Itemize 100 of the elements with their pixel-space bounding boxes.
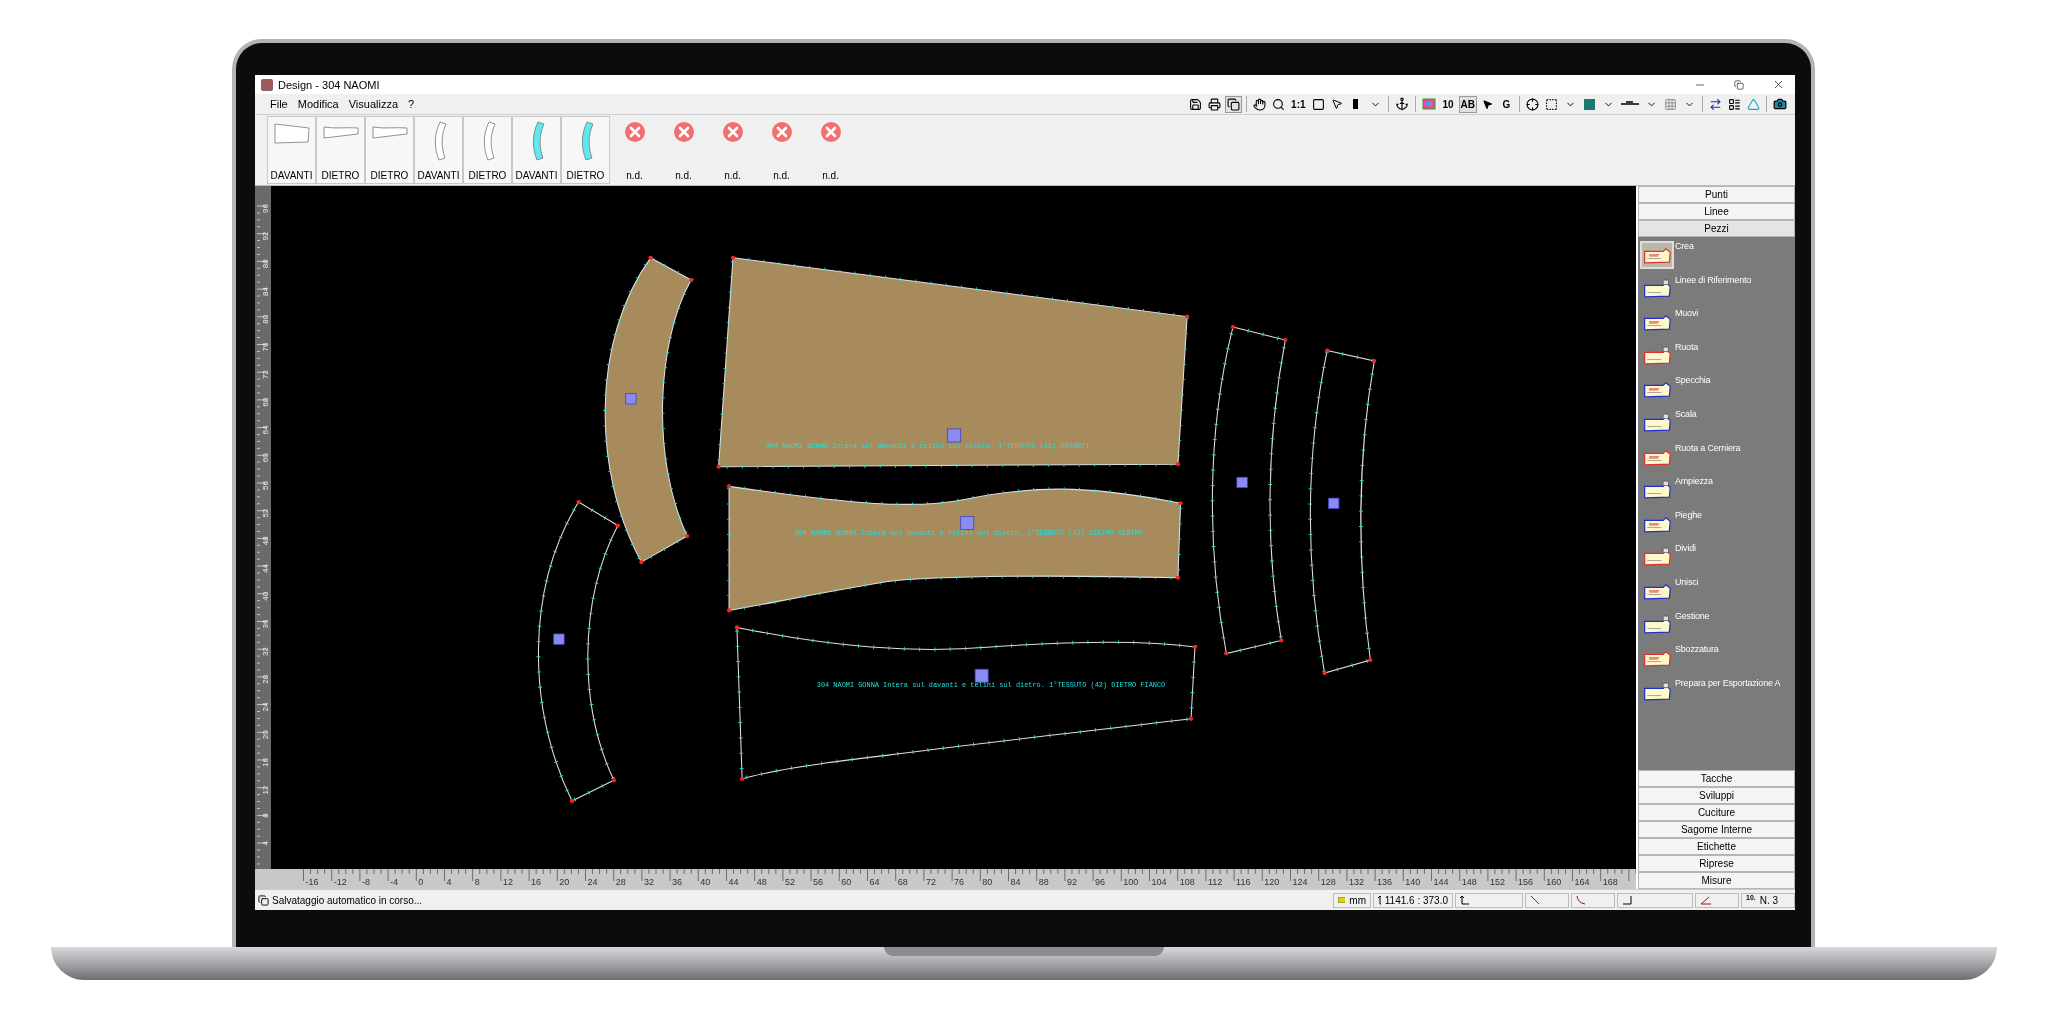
ruler-number: 68	[897, 877, 908, 887]
hand-icon	[1253, 97, 1267, 111]
label-icon[interactable]	[974, 668, 989, 683]
pattern-piece[interactable]	[536, 499, 620, 804]
corner-arrow-icon	[1378, 895, 1381, 905]
piece-thumbnail[interactable]: DIETRO	[561, 116, 610, 184]
piece-thumbnail[interactable]: DAVANTI	[512, 116, 561, 184]
coordinates: 1141.6 : 373.0	[1384, 894, 1448, 906]
piece-thumbnail[interactable]: n.d.	[659, 116, 708, 184]
crosshair-button[interactable]	[1524, 95, 1541, 113]
tool-item[interactable]: Prepara per Esportazione A	[1640, 677, 1793, 710]
tool-item[interactable]: Ruota a Cerniera	[1640, 442, 1793, 475]
grid-icon	[1664, 97, 1677, 111]
piece-thumbnail[interactable]: DIETRO	[463, 116, 512, 184]
piece-thumbnail[interactable]: n.d.	[708, 116, 757, 184]
pattern-piece[interactable]	[603, 255, 694, 565]
pattern-piece[interactable]	[1210, 324, 1288, 656]
pan-button[interactable]	[1251, 95, 1269, 113]
menu-item[interactable]: Modifica	[292, 98, 344, 110]
text-button[interactable]: AB	[1458, 95, 1477, 113]
menu-item[interactable]: File	[265, 98, 293, 110]
ruler-number: 12	[502, 877, 513, 887]
corner-line-icon	[1622, 895, 1632, 905]
ruler-number: -16	[305, 877, 319, 887]
tool-item[interactable]: Ampiezza	[1640, 476, 1793, 508]
ruler-number: 32	[643, 877, 654, 887]
tool-item[interactable]: Specchia	[1640, 375, 1793, 407]
pattern-piece[interactable]	[1308, 348, 1377, 676]
ruler-number: 40	[700, 877, 711, 887]
ruler-number: 64	[869, 877, 880, 887]
ruler-number: 92	[1066, 877, 1077, 887]
ruler-number: 36	[672, 877, 683, 887]
error-icon	[672, 121, 695, 143]
ruler-number: 144	[1433, 877, 1449, 887]
section-button[interactable]: Sagome Interne	[1638, 821, 1795, 838]
pattern-piece[interactable]	[726, 484, 1183, 613]
tool-item[interactable]: Linee di Riferimento	[1640, 274, 1793, 307]
ruler-number: 60	[261, 453, 270, 463]
ruler-number: 36	[261, 619, 270, 629]
section-button[interactable]: Cuciture	[1638, 804, 1795, 821]
tool-item[interactable]: Gestione	[1640, 610, 1793, 643]
curve-line-icon	[1576, 895, 1586, 905]
zoom-ratio-button[interactable]: 1:1	[1289, 95, 1308, 113]
section-button[interactable]: Sviluppi	[1638, 787, 1795, 804]
tool-item[interactable]: Muovi	[1640, 308, 1793, 340]
tool-item[interactable]: Dividi	[1640, 543, 1793, 575]
pattern-piece[interactable]	[716, 255, 1190, 469]
frame-button[interactable]	[1419, 95, 1438, 113]
piece-thumbnail[interactable]: DIETRO	[316, 116, 365, 184]
ruler-number: 64	[261, 425, 270, 435]
camera-icon	[1773, 97, 1787, 111]
line-icon	[1621, 100, 1639, 108]
section-button[interactable]: Riprese	[1638, 855, 1795, 872]
tool-item[interactable]: Pieghe	[1640, 509, 1793, 542]
piece-thumbnail[interactable]: n.d.	[806, 116, 855, 184]
section-button[interactable]: Pezzi	[1638, 220, 1795, 237]
ruler-number: 20	[559, 877, 570, 887]
section-button[interactable]: Linee	[1638, 203, 1795, 220]
ruler-number: 56	[261, 481, 270, 490]
piece-thumbnail[interactable]: DAVANTI	[267, 116, 316, 184]
ruler-number: 96	[261, 204, 270, 213]
label-icon[interactable]	[1236, 476, 1248, 489]
ruler-icon	[1338, 897, 1346, 903]
ruler-number: -12	[333, 877, 347, 887]
ruler-number: 112	[1207, 877, 1223, 887]
line-width-button[interactable]: 10	[1439, 95, 1457, 113]
pattern-piece[interactable]	[734, 625, 1198, 781]
label-icon[interactable]	[553, 633, 565, 645]
list-icon	[1728, 97, 1741, 111]
tool-item[interactable]: Crea	[1640, 241, 1793, 273]
ruler-number: 108	[1179, 877, 1195, 887]
anchor-icon	[1394, 97, 1409, 111]
status-message: Salvataggio automatico in corso...	[271, 894, 424, 906]
tool-item[interactable]: Scala	[1640, 408, 1793, 441]
ruler-number: 76	[954, 877, 965, 887]
menu-item[interactable]: Visualizza	[343, 98, 404, 110]
print-button[interactable]	[1206, 95, 1224, 113]
menu-item[interactable]: ?	[403, 98, 420, 110]
ruler-number: 16	[531, 877, 542, 887]
save-status-icon	[258, 894, 269, 906]
ruler-number: 80	[982, 877, 993, 887]
piece-thumbnail[interactable]: n.d.	[610, 116, 659, 184]
section-button[interactable]: Etichette	[1638, 838, 1795, 855]
piece-thumbnail[interactable]: DAVANTI	[414, 116, 463, 184]
piece-thumbnail[interactable]: DIETRO	[365, 116, 414, 184]
label-icon[interactable]	[1328, 497, 1340, 509]
piece-thumbnail[interactable]: n.d.	[757, 116, 806, 184]
tool-item[interactable]: Unisci	[1640, 576, 1793, 609]
tool-item[interactable]: Sbozzatura	[1640, 644, 1793, 676]
ruler-number: 84	[261, 287, 270, 296]
drawing-canvas[interactable]	[271, 186, 1636, 869]
tool-item[interactable]: Ruota	[1640, 341, 1793, 374]
copy-button[interactable]	[1225, 95, 1243, 113]
pointer-icon	[1482, 98, 1493, 110]
section-button[interactable]: Tacche	[1638, 770, 1795, 787]
section-button[interactable]: Punti	[1638, 186, 1795, 203]
grid-letter-button[interactable]: G	[1498, 95, 1515, 113]
color-swatch-icon	[1584, 98, 1595, 110]
ruler-number: 32	[261, 647, 270, 657]
section-button[interactable]: Misure	[1638, 872, 1795, 889]
